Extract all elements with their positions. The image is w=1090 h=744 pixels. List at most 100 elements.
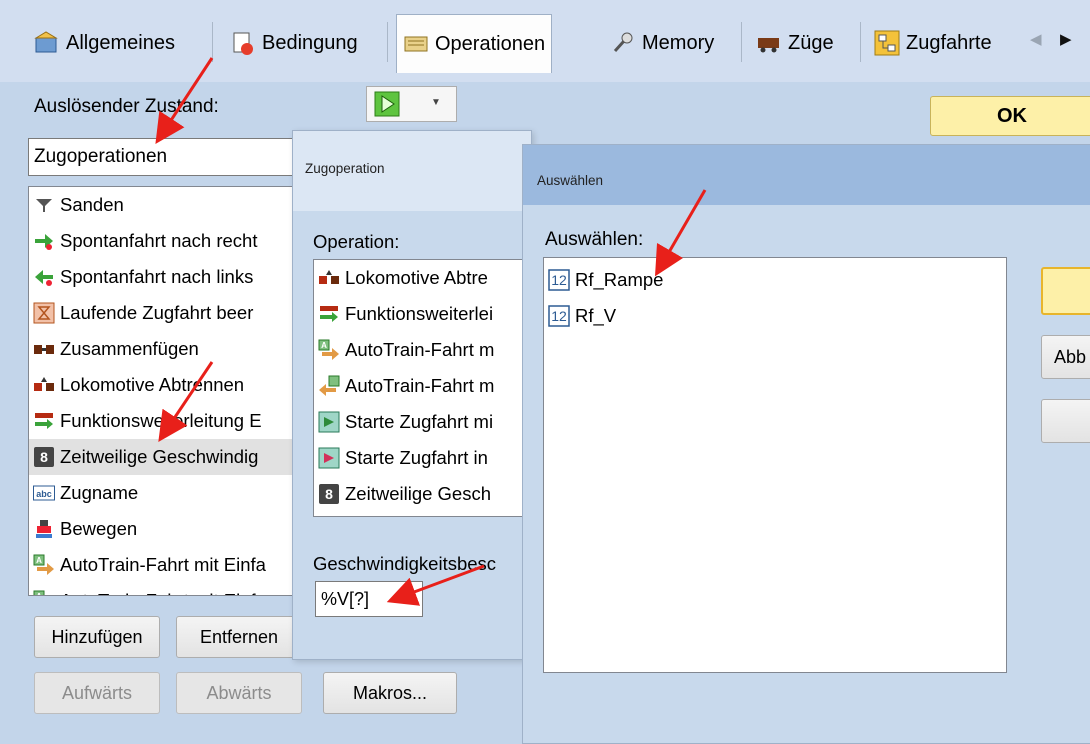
auswahl-title: Auswählen	[537, 173, 604, 188]
trigger-state-field[interactable]: Zugoperationen	[28, 138, 298, 176]
zugoperation-list-item-label: Funktionsweiterlei	[345, 303, 494, 324]
number-glyph: 12	[551, 272, 567, 288]
operations-list-item[interactable]: 8 Zeitweilige Geschwindig	[29, 439, 307, 475]
settings-icon	[34, 30, 60, 56]
operations-list-item[interactable]: A AutoTrain-Fahrt mit Einfa	[29, 583, 307, 596]
condition-icon	[230, 30, 256, 56]
add-button[interactable]: Hinzufügen	[34, 616, 160, 658]
zugoperation-list[interactable]: Lokomotive Abtre Funktionsweiterlei A AutoT…	[313, 259, 533, 517]
operations-list-item-label: Lokomotive Abtrennen	[60, 374, 245, 395]
trains-icon	[756, 30, 782, 56]
zugoperation-list-item[interactable]: A AutoTrain-Fahrt m	[314, 332, 532, 368]
zugoperation-title: Zugoperation	[305, 161, 385, 176]
trigger-icon-dropdown[interactable]: ▼	[366, 86, 457, 122]
autotrain-icon: A	[318, 339, 340, 361]
svg-text:abc: abc	[36, 489, 52, 499]
operation-label: Operation:	[313, 231, 400, 252]
zugoperation-list-item[interactable]: Lokomotive Abtre	[314, 260, 532, 296]
arrow-right-icon	[33, 230, 55, 252]
zugoperation-list-item[interactable]: 8 Zeitweilige Gesch	[314, 476, 532, 512]
auswahl-cancel-button[interactable]: Abb	[1041, 335, 1090, 379]
autotrain-back-icon	[318, 375, 340, 397]
operations-list-item[interactable]: abc Zugname	[29, 475, 307, 511]
tab-scroll-left-icon[interactable]: ◀	[1030, 30, 1042, 48]
tab-divider	[860, 22, 861, 62]
operations-list-item[interactable]: Funktionsweiterleitung E	[29, 403, 307, 439]
auswahl-extra-button[interactable]	[1041, 399, 1090, 443]
operations-list-item-label: AutoTrain-Fahrt mit Einfa	[60, 590, 266, 595]
operations-list-item-label: Spontanfahrt nach links	[60, 266, 254, 287]
zugoperation-list-item-label: Starte Zugfahrt in	[345, 447, 488, 468]
operations-icon	[403, 31, 429, 57]
operations-list-item[interactable]: Spontanfahrt nach links	[29, 259, 307, 295]
operations-list-item[interactable]: Spontanfahrt nach recht	[29, 223, 307, 259]
tab-operationen[interactable]: Operationen	[396, 14, 553, 73]
play-icon	[374, 91, 400, 117]
autotrain-icon: A	[33, 590, 55, 596]
macros-button[interactable]: Makros...	[323, 672, 457, 714]
autotrain-icon: A	[33, 554, 55, 576]
zugoperation-list-item[interactable]: AutoTrain-Fahrt m	[314, 368, 532, 404]
operations-list-item[interactable]: Sanden	[29, 187, 307, 223]
tab-memory[interactable]: Memory	[604, 16, 720, 70]
move-up-button[interactable]: Aufwärts	[34, 672, 160, 714]
auswahl-list-item-label: Rf_V	[575, 305, 617, 326]
auswahl-list-item[interactable]: 12 Rf_Rampe	[544, 262, 1006, 298]
auswahl-titlebar: Auswählen	[523, 145, 1090, 205]
tab-zugfahrten[interactable]: Zugfahrte	[868, 16, 998, 70]
operations-list-item[interactable]: A AutoTrain-Fahrt mit Einfa	[29, 547, 307, 583]
svg-text:A: A	[321, 341, 327, 350]
sand-icon	[33, 194, 55, 216]
zugoperation-list-item-label: Starte Zugfahrt mi	[345, 411, 494, 432]
ok-button[interactable]: OK	[930, 96, 1090, 136]
zugoperation-dialog: Zugoperation Operation: Lokomotive Abtre…	[292, 130, 533, 660]
auswahl-list-item[interactable]: 12 Rf_V	[544, 298, 1006, 334]
couple-icon	[33, 338, 55, 360]
svg-text:A: A	[36, 592, 42, 596]
operations-list-item[interactable]: Zusammenfügen	[29, 331, 307, 367]
function-icon	[318, 303, 340, 325]
route-icon	[874, 30, 900, 56]
trigger-label: Auslösender Zustand:	[34, 96, 219, 117]
tab-bar: Allgemeines Bedingung Operationen Memory…	[0, 0, 1090, 82]
svg-text:A: A	[36, 556, 42, 565]
number-icon: 12	[548, 269, 570, 291]
auswahl-dialog: Auswählen Auswählen: 12 Rf_Rampe 12 Rf_V Ab…	[522, 144, 1090, 744]
move-icon	[33, 518, 55, 540]
operations-list-item[interactable]: Bewegen	[29, 511, 307, 547]
tab-scroll-right-icon[interactable]: ▶	[1060, 30, 1072, 48]
operations-list-item-label: Funktionsweiterleitung E	[60, 410, 262, 431]
tab-allgemeines[interactable]: Allgemeines	[28, 16, 181, 70]
move-down-button[interactable]: Abwärts	[176, 672, 302, 714]
auswahl-ok-button[interactable]	[1041, 267, 1090, 315]
speed-value-field[interactable]: %V[?]	[315, 581, 423, 617]
operations-list-item[interactable]: Lokomotive Abtrennen	[29, 367, 307, 403]
operations-list-item-label: Zeitweilige Geschwindig	[60, 446, 259, 467]
tab-divider	[741, 22, 742, 62]
operations-list-item[interactable]: Laufende Zugfahrt beer	[29, 295, 307, 331]
start-route-icon	[318, 411, 340, 433]
tab-divider	[387, 22, 388, 62]
operations-list-item-label: Zusammenfügen	[60, 338, 199, 359]
svg-text:8: 8	[40, 449, 48, 465]
number-icon: 12	[548, 305, 570, 327]
start-route-red-icon	[318, 447, 340, 469]
zugoperation-list-item[interactable]: Funktionsweiterlei	[314, 296, 532, 332]
operations-list-item-label: Bewegen	[60, 518, 138, 539]
operations-list[interactable]: Sanden Spontanfahrt nach recht Spontanfahr…	[28, 186, 308, 596]
speed-icon: 8	[318, 483, 340, 505]
auswahl-label: Auswählen:	[545, 229, 644, 250]
operations-list-item-label: Sanden	[60, 194, 124, 215]
zugoperation-list-item[interactable]: Starte Zugfahrt mi	[314, 404, 532, 440]
tab-zuege[interactable]: Züge	[750, 16, 840, 70]
zugoperation-list-item[interactable]: Starte Zugfahrt in	[314, 440, 532, 476]
operations-list-item-label: Laufende Zugfahrt beer	[60, 302, 254, 323]
tab-bedingung[interactable]: Bedingung	[224, 16, 364, 70]
uncouple-icon	[33, 374, 55, 396]
svg-text:8: 8	[325, 486, 333, 502]
zugoperation-list-item-label: Lokomotive Abtre	[345, 267, 488, 288]
auswahl-list[interactable]: 12 Rf_Rampe 12 Rf_V	[543, 257, 1007, 673]
remove-button[interactable]: Entfernen	[176, 616, 302, 658]
zugoperation-list-item-label: AutoTrain-Fahrt m	[345, 339, 495, 360]
hourglass-icon	[33, 302, 55, 324]
